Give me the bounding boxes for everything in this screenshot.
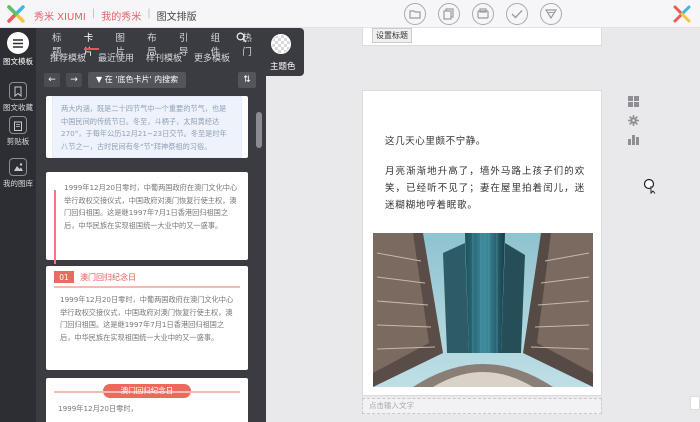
sort-icon[interactable]: ⇅ <box>238 72 256 88</box>
back-arrow-icon[interactable]: ← <box>44 73 60 87</box>
xiumi-logo-icon[interactable] <box>6 4 26 24</box>
subtab-sample[interactable]: 样刊模板 <box>140 52 188 66</box>
rail-item-gallery[interactable]: 我的图库 <box>0 158 36 189</box>
breadcrumb-separator: | <box>91 8 96 19</box>
bar-chart-icon[interactable] <box>628 134 639 145</box>
breadcrumb-home[interactable]: 秀米 XIUMI <box>34 8 86 23</box>
grid-icon[interactable] <box>628 96 639 107</box>
breadcrumb-current: 图文排版 <box>156 12 197 23</box>
article-page[interactable]: 这几天心里颇不宁静。 月亮渐渐地升高了，墙外马路上孩子们的欢笑，已经听不见了；妻… <box>362 90 602 396</box>
rail-item-templates[interactable]: 图文模板 <box>0 32 36 67</box>
rail-item-favorites[interactable]: 图文收藏 <box>0 82 36 113</box>
theme-color-swatch[interactable] <box>271 34 291 54</box>
card-text: 1999年12月20日零时， <box>58 404 138 413</box>
previous-page: 设置标题 <box>362 28 602 46</box>
image-icon <box>9 158 27 176</box>
copy-icon[interactable] <box>438 3 460 25</box>
accent-bar <box>54 190 56 264</box>
right-toolbar <box>628 96 639 145</box>
filter-icon: ▼ <box>96 75 105 84</box>
left-rail: 图文模板 图文收藏 剪贴板 我的图库 <box>0 28 36 422</box>
card-number: 01 <box>54 271 74 283</box>
breadcrumb: 秀米 XIUMI | 我的秀米 | 图文排版 <box>34 8 197 23</box>
mouse-cursor-icon <box>643 178 656 194</box>
filter-search-button[interactable]: ▼ 在 '底色卡片' 内搜索 <box>88 72 187 88</box>
subtab-more[interactable]: 更多模板 <box>188 52 236 66</box>
card-text: 两大内涵，既是二十四节气中一个重要的节气，也是中国民间的传统节日。冬至，斗柄子，… <box>61 104 227 151</box>
category-tabs: 标题 卡片 图片 布局 引导 组件 热门 <box>44 32 266 58</box>
rail-item-clipboard[interactable]: 剪贴板 <box>0 116 36 147</box>
theme-color-label: 主题色 <box>270 62 296 72</box>
template-card[interactable]: 澳门回归纪念日 1999年12月20日零时， <box>46 378 248 422</box>
article-image[interactable] <box>373 233 593 387</box>
caption-input[interactable]: 点击输入文字 <box>362 398 602 414</box>
forward-arrow-icon[interactable]: → <box>66 73 82 87</box>
search-icon[interactable] <box>236 32 247 46</box>
filter-search-label: 在 '底色卡片' 内搜索 <box>104 75 179 84</box>
folder-icon[interactable] <box>404 3 426 25</box>
filter-bar: ← → ▼ 在 '底色卡片' 内搜索 <box>44 72 187 88</box>
breadcrumb-my-xiumi[interactable]: 我的秀米 <box>101 8 141 23</box>
card-header: 01 澳门回归纪念日 <box>54 268 240 288</box>
save-icon[interactable] <box>472 3 494 25</box>
rail-item-label: 图文模板 <box>3 57 33 66</box>
template-card[interactable]: 1999年12月20日零时，中葡两国政府在澳门文化中心举行政权交接仪式，中国政府… <box>46 172 248 264</box>
tab-card[interactable]: 卡片 <box>76 32 108 58</box>
editor-toolbar <box>404 3 562 25</box>
top-bar: 秀米 XIUMI | 我的秀米 | 图文排版 <box>0 0 700 28</box>
rail-item-label: 我的图库 <box>3 179 33 188</box>
breadcrumb-separator: | <box>147 8 151 19</box>
brand-logo-icon <box>673 5 691 23</box>
corner-handle[interactable] <box>690 396 700 410</box>
rail-item-label: 剪贴板 <box>6 137 30 146</box>
clipboard-icon <box>9 116 27 134</box>
send-icon[interactable] <box>540 3 562 25</box>
subcategory-tabs: 推荐模板 最近使用 样刊模板 更多模板 <box>44 52 236 66</box>
tab-component[interactable]: 组件 <box>203 32 235 58</box>
article-paragraph[interactable]: 月亮渐渐地升高了，墙外马路上孩子们的欢笑，已经听不见了；妻在屋里拍着闰儿，迷迷糊… <box>385 163 585 214</box>
template-card[interactable]: 两大内涵，既是二十四节气中一个重要的节气，也是中国民间的传统节日。冬至，斗柄子，… <box>46 96 248 158</box>
panel-scrollbar[interactable] <box>256 112 262 148</box>
set-title-tag[interactable]: 设置标题 <box>372 28 412 43</box>
rail-item-label: 图文收藏 <box>3 103 33 112</box>
card-title: 澳门回归纪念日 <box>80 272 136 282</box>
tab-image[interactable]: 图片 <box>107 32 139 58</box>
tab-title[interactable]: 标题 <box>44 32 76 58</box>
article-paragraph[interactable]: 这几天心里颇不宁静。 <box>385 133 486 147</box>
menu-icon <box>7 32 29 54</box>
tab-layout[interactable]: 布局 <box>139 32 171 58</box>
tab-guide[interactable]: 引导 <box>171 32 203 58</box>
card-text: 1999年12月20日零时，中葡两国政府在澳门文化中心举行政权交接仪式，中国政府… <box>60 295 234 342</box>
check-icon[interactable] <box>506 3 528 25</box>
template-card[interactable]: 01 澳门回归纪念日 1999年12月20日零时，中葡两国政府在澳门文化中心举行… <box>46 266 248 370</box>
card-text: 1999年12月20日零时，中葡两国政府在澳门文化中心举行政权交接仪式，中国政府… <box>64 183 238 230</box>
subtab-recommended[interactable]: 推荐模板 <box>44 52 92 66</box>
template-list: 两大内涵，既是二十四节气中一个重要的节气，也是中国民间的传统节日。冬至，斗柄子，… <box>46 96 248 422</box>
gear-icon[interactable] <box>628 115 639 126</box>
bookmark-icon <box>9 82 27 100</box>
subtab-recent[interactable]: 最近使用 <box>92 52 140 66</box>
